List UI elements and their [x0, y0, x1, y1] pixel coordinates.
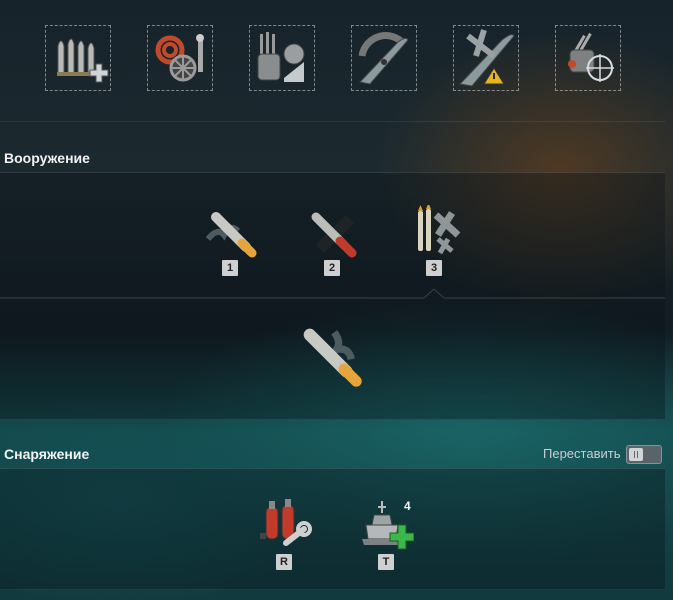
shells-plus-icon: [57, 38, 109, 83]
armament-item-3[interactable]: 3: [404, 205, 464, 283]
he-shell-large-icon: [303, 328, 362, 387]
consumables-title: Снаряжение: [4, 446, 90, 462]
hotkey-badge: 2: [324, 260, 340, 276]
consumable-item-r[interactable]: R: [254, 499, 314, 577]
hotkey-badge: 3: [426, 260, 442, 276]
consumable-charges-count: 4: [404, 499, 411, 513]
aa-fighters-icon: [418, 205, 461, 255]
aircraft-warning-icon: [458, 29, 515, 87]
damage-control-icon: [260, 499, 312, 546]
ap-shell-icon: [311, 212, 357, 258]
aa-gun-sight-icon: [568, 32, 614, 82]
armament-title: Вооружение: [4, 150, 90, 166]
armament-panel: 1 2 3: [0, 172, 665, 420]
hotkey-badge: 1: [222, 260, 238, 276]
upgrade-slot-secondary[interactable]: [249, 25, 315, 91]
hotkey-badge: T: [378, 554, 394, 570]
selection-divider: [0, 288, 665, 299]
rearrange-toggle[interactable]: [626, 445, 662, 464]
upgrade-slots-row: [0, 0, 665, 122]
rearrange-label: Переставить: [543, 446, 621, 461]
upgrade-slot-ammo[interactable]: [45, 25, 111, 91]
upgrade-slot-aa[interactable]: [555, 25, 621, 91]
upgrade-slot-steering[interactable]: [351, 25, 417, 91]
hose-valve-icon: [155, 34, 204, 82]
hotkey-badge: R: [276, 554, 292, 570]
upgrade-slot-damage-control[interactable]: [147, 25, 213, 91]
toggle-knob: [629, 448, 643, 461]
ship-steering-icon: [358, 32, 409, 85]
armament-item-2[interactable]: 2: [302, 205, 362, 283]
armament-item-1[interactable]: 1: [200, 205, 260, 283]
he-shell-icon: [205, 212, 257, 258]
upgrade-slot-aircraft[interactable]: [453, 25, 519, 91]
selected-ammo-display: [300, 325, 366, 391]
consumables-panel: R T 4: [0, 468, 665, 590]
turrets-icon: [257, 32, 305, 82]
